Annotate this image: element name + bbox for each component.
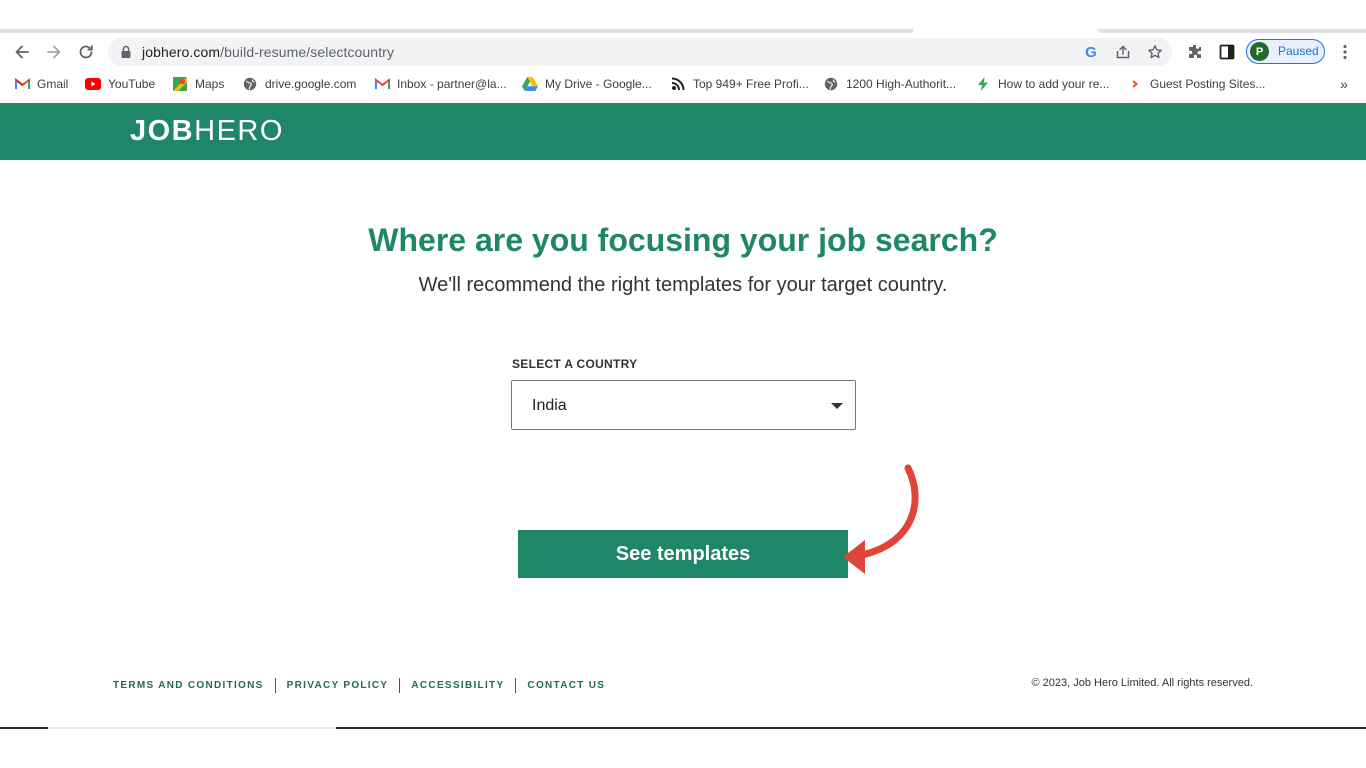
browser-toolbar: jobhero.com/build-resume/selectcountry G… [0, 35, 1366, 69]
browser-menu-icon[interactable] [1333, 40, 1357, 64]
bolt-icon [975, 76, 991, 92]
url-host: jobhero.com [142, 44, 221, 60]
bookmark-label: Inbox - partner@la... [397, 77, 507, 91]
profile-status: Paused [1278, 44, 1319, 58]
back-button[interactable] [8, 35, 36, 69]
bookmark-label: Maps [195, 77, 225, 91]
tab-strip-edge [1098, 29, 1366, 33]
bookmark-label: drive.google.com [265, 77, 357, 91]
globe-icon [242, 76, 258, 92]
page-title: Where are you focusing your job search? [368, 222, 998, 258]
arrow-right-icon [47, 45, 61, 59]
bookmark-maps[interactable]: Maps [172, 73, 224, 95]
logo-light: HERO [194, 115, 284, 147]
reload-icon [79, 45, 93, 59]
bookmark-1200-high-authority[interactable]: 1200 High-Authorit... [823, 73, 956, 95]
bookmark-label: Gmail [37, 77, 69, 91]
maps-icon [172, 76, 188, 92]
bookmark-how-to-add[interactable]: How to add your re... [975, 73, 1109, 95]
url-text: jobhero.com/build-resume/selectcountry [142, 44, 394, 60]
profile-chip[interactable]: P Paused [1246, 39, 1325, 64]
bookmark-label: Guest Posting Sites... [1150, 77, 1266, 91]
bookmark-guest-posting[interactable]: Guest Posting Sites... [1127, 73, 1265, 95]
avatar: P [1250, 42, 1269, 61]
reload-button[interactable] [72, 35, 100, 69]
bookmark-label: How to add your re... [998, 77, 1110, 91]
extensions-icon[interactable] [1183, 40, 1207, 64]
copyright-text: © 2023, Job Hero Limited. All rights res… [1031, 677, 1254, 689]
gmail-icon [14, 76, 30, 92]
bookmark-star-icon[interactable] [1144, 42, 1166, 62]
see-templates-button[interactable]: See templates [518, 530, 848, 578]
bookmark-label: 1200 High-Authorit... [846, 77, 957, 91]
address-bar[interactable]: jobhero.com/build-resume/selectcountry G [108, 38, 1172, 66]
bookmark-drive-google[interactable]: drive.google.com [242, 73, 356, 95]
bookmark-my-drive[interactable]: My Drive - Google... [522, 73, 652, 95]
bookmark-label: YouTube [108, 77, 156, 91]
bookmarks-overflow-button[interactable]: » [1336, 73, 1352, 95]
google-lens-icon[interactable]: G [1080, 42, 1102, 62]
page-subtitle: We'll recommend the right templates for … [418, 274, 948, 296]
youtube-icon [85, 76, 101, 92]
bookmark-youtube[interactable]: YouTube [85, 73, 155, 95]
caret-down-icon [831, 403, 843, 409]
lock-icon [121, 45, 131, 58]
google-drive-icon [522, 76, 538, 92]
logo-bold: JOB [130, 115, 195, 147]
share-icon[interactable] [1112, 42, 1134, 62]
country-select-value: India [532, 397, 567, 414]
google-g-icon: G [1085, 43, 1097, 61]
site-header: JOBHERO [0, 103, 1366, 160]
rss-icon [670, 76, 686, 92]
globe-icon [823, 76, 839, 92]
gmail-icon [374, 76, 390, 92]
country-select[interactable]: India [511, 380, 856, 430]
side-panel-icon[interactable] [1215, 40, 1239, 64]
bookmark-gmail[interactable]: Gmail [14, 73, 68, 95]
country-select-label: SELECT A COUNTRY [512, 357, 638, 371]
bookmark-top-949[interactable]: Top 949+ Free Profi... [670, 73, 809, 95]
tab-strip-edge [0, 29, 914, 33]
chevron-orange-icon [1127, 76, 1143, 92]
bookmarks-bar: Gmail YouTube Maps drive.google.com Inbo… [0, 73, 1366, 95]
arrow-left-icon [15, 45, 29, 59]
taskbar-edge-highlight [48, 727, 336, 729]
jobhero-logo[interactable]: JOBHERO [130, 115, 284, 147]
annotation-arrow [843, 464, 919, 574]
bookmark-label: My Drive - Google... [545, 77, 652, 91]
bookmark-label: Top 949+ Free Profi... [693, 77, 809, 91]
bookmark-inbox-partner[interactable]: Inbox - partner@la... [374, 73, 507, 95]
forward-button[interactable] [40, 35, 68, 69]
url-path: /build-resume/selectcountry [220, 44, 395, 60]
